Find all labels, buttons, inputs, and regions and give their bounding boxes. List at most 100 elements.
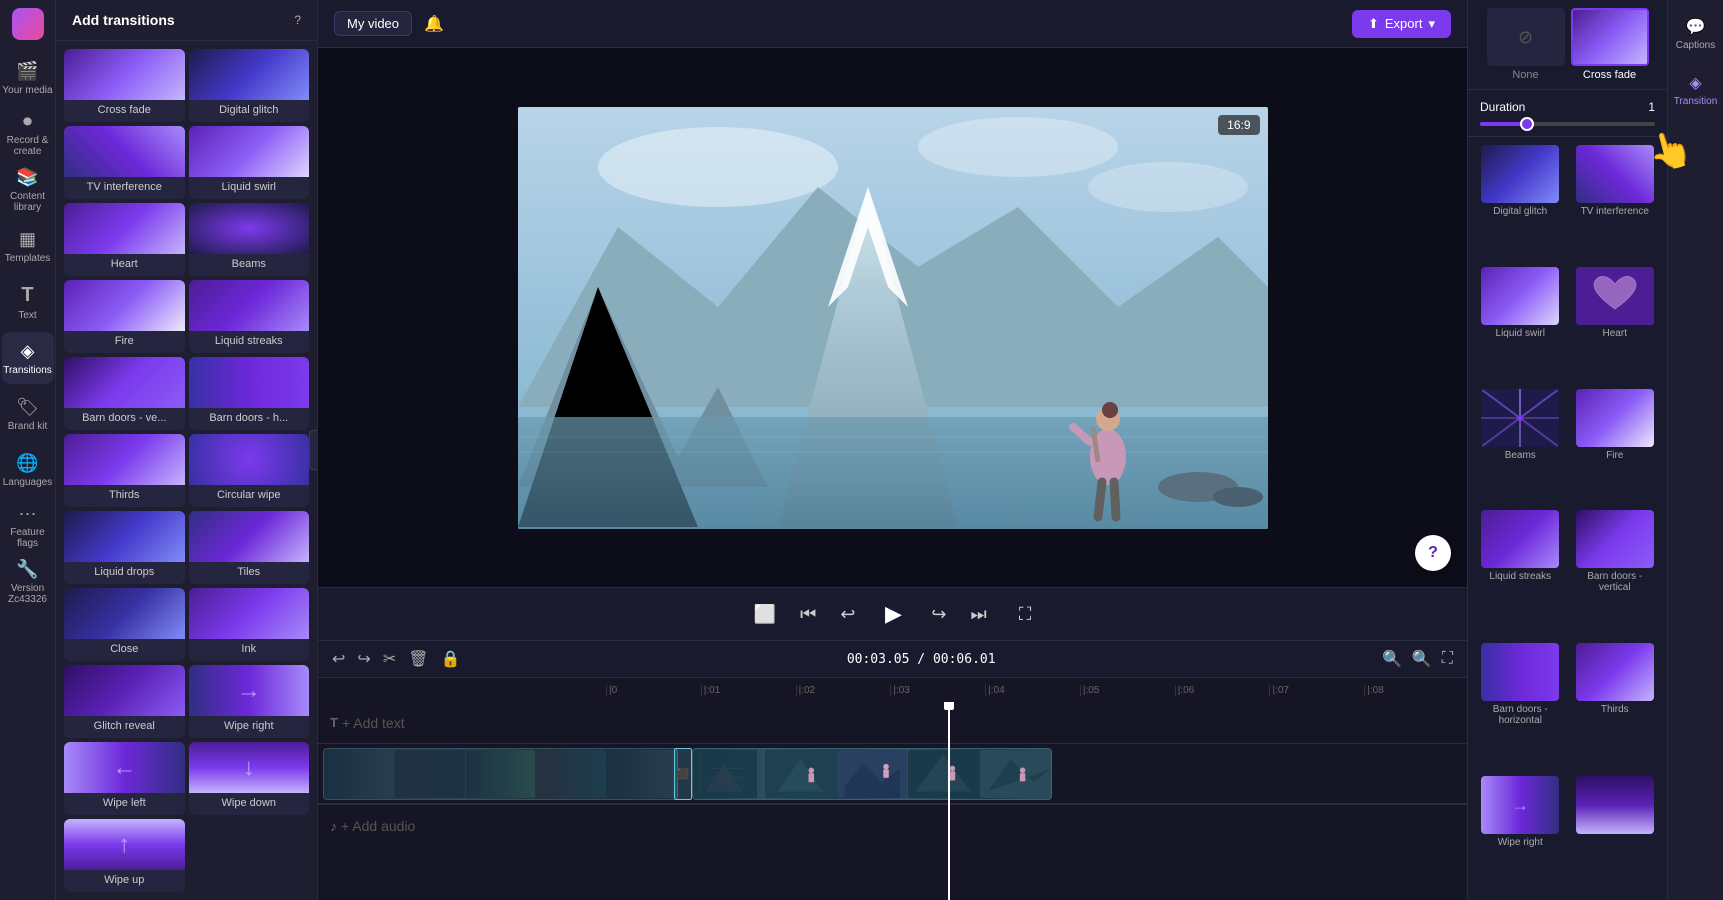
aspect-ratio-badge[interactable]: 16:9: [1218, 115, 1259, 135]
transition-circular-wipe[interactable]: Circular wipe: [189, 434, 310, 507]
transition-barn-doors-v[interactable]: Barn doors - ve...: [64, 357, 185, 430]
brand-kit-icon: 🏷: [16, 397, 39, 418]
transition-tv-interference[interactable]: TV interference: [64, 126, 185, 199]
fullscreen-button[interactable]: ⛶: [1015, 600, 1036, 629]
td-item-fire[interactable]: Fire: [1571, 389, 1660, 505]
duration-thumb[interactable]: [1520, 117, 1534, 131]
sidebar-item-version[interactable]: 🔧 VersionZc43326: [2, 556, 54, 608]
transition-heart[interactable]: Heart: [64, 203, 185, 276]
sidebar-item-your-media[interactable]: 🎬 Your media: [2, 52, 54, 104]
transition-cross-fade[interactable]: Cross fade: [64, 49, 185, 122]
ruler-mark: |:08: [1364, 685, 1459, 696]
transition-liquid-swirl[interactable]: Liquid swirl: [189, 126, 310, 199]
td-item-thirds[interactable]: Thirds: [1571, 643, 1660, 770]
duration-value: 1: [1648, 100, 1655, 114]
transition-fire[interactable]: Fire: [64, 280, 185, 353]
project-name-tab[interactable]: My video: [334, 11, 412, 36]
td-thumb-fire: [1576, 389, 1654, 447]
td-item-barn-doors-vertical[interactable]: Barn doors - vertical: [1571, 510, 1660, 637]
duration-slider[interactable]: [1480, 122, 1655, 126]
sidebar-item-templates[interactable]: ▦ Templates: [2, 220, 54, 272]
rewind-button[interactable]: ↩: [836, 600, 859, 629]
playhead-handle[interactable]: [944, 702, 954, 710]
text-icon: T: [21, 284, 33, 307]
panel-collapse-button[interactable]: ‹: [309, 430, 318, 470]
sidebar-item-feature-flags[interactable]: ··· Featureflags: [2, 500, 54, 552]
transition-digital-glitch[interactable]: Digital glitch: [189, 49, 310, 122]
play-button[interactable]: ▶: [875, 596, 911, 632]
video-controls: ⬜ ⏮ ↩ ▶ ↪ ⏭ ⛶: [318, 587, 1467, 640]
transition-wipe-right[interactable]: → Wipe right: [189, 665, 310, 738]
version-icon: 🔧: [16, 559, 38, 580]
sidebar-item-languages[interactable]: 🌐 Languages: [2, 444, 54, 496]
panel-title: Add transitions: [72, 12, 175, 28]
transition-wipe-up[interactable]: ↑ Wipe up: [64, 819, 185, 892]
fit-to-window-button[interactable]: ⛶: [1440, 648, 1455, 670]
add-text-row[interactable]: T + Add text: [318, 715, 1467, 731]
export-button[interactable]: ⬆ Export ▾: [1352, 10, 1451, 38]
zoom-out-button[interactable]: 🔍: [1380, 647, 1404, 671]
td-item-purple[interactable]: [1571, 776, 1660, 892]
app-logo[interactable]: [12, 8, 44, 40]
sidebar-item-content-library[interactable]: 📚 Contentlibrary: [2, 164, 54, 216]
transition-liquid-drops[interactable]: Liquid drops: [64, 511, 185, 584]
td-thumb-liquid-swirl: [1481, 267, 1559, 325]
heart-svg: [1576, 267, 1654, 325]
td-item-heart[interactable]: Heart: [1571, 267, 1660, 383]
far-right-item-transition[interactable]: ◈ Transition: [1670, 64, 1722, 116]
sidebar-item-text[interactable]: T Text: [2, 276, 54, 328]
sidebar-item-brand-kit[interactable]: 🏷 Brand kit: [2, 388, 54, 440]
timeline-section: ↩ ↪ ✂ 🗑 🔒 00:03.05 / 00:06.01 🔍 🔍 ⛶ |0 |…: [318, 640, 1467, 900]
transitions-grid: Cross fade Digital glitch TV interferenc…: [56, 41, 317, 900]
cut-button[interactable]: ✂: [381, 647, 398, 671]
transition-liquid-streaks[interactable]: Liquid streaks: [189, 280, 310, 353]
subtitles-button[interactable]: ⬜: [750, 600, 780, 629]
cross-fade-option[interactable]: Cross fade: [1571, 8, 1649, 81]
lock-button[interactable]: 🔒: [439, 647, 463, 671]
help-icon[interactable]: ?: [294, 13, 301, 27]
td-item-wipe-right[interactable]: → Wipe right: [1476, 776, 1565, 892]
td-item-digital-glitch[interactable]: Digital glitch: [1476, 145, 1565, 261]
none-thumbnail: ⊘: [1487, 8, 1565, 66]
duration-section: Duration 1: [1468, 90, 1667, 137]
td-item-beams[interactable]: Beams: [1476, 389, 1565, 505]
transition-wipe-down[interactable]: ↓ Wipe down: [189, 742, 310, 815]
zoom-in-button[interactable]: 🔍: [1410, 647, 1434, 671]
none-option[interactable]: ⊘ None: [1487, 8, 1565, 81]
transition-ink[interactable]: Ink: [189, 588, 310, 661]
playhead[interactable]: [948, 702, 950, 900]
redo-button[interactable]: ↪: [355, 647, 372, 671]
td-item-barn-doors-horizontal[interactable]: Barn doors - horizontal: [1476, 643, 1565, 770]
transition-glitch-reveal[interactable]: Glitch reveal: [64, 665, 185, 738]
transitions-panel: Add transitions ? Cross fade Digital gli…: [56, 0, 318, 900]
skip-forward-button[interactable]: ⏭: [967, 600, 991, 629]
td-item-liquid-streaks[interactable]: Liquid streaks: [1476, 510, 1565, 637]
delete-button[interactable]: 🗑: [406, 647, 430, 671]
top-bar: My video 🔔 ⬆ Export ▾: [318, 0, 1467, 48]
far-right-item-captions[interactable]: 💬 Captions: [1670, 8, 1722, 60]
video-clip-2[interactable]: [692, 748, 1052, 800]
sidebar-item-record-create[interactable]: ⏺ Record &create: [2, 108, 54, 160]
transition-wipe-left[interactable]: ← Wipe left: [64, 742, 185, 815]
transition-close[interactable]: Close: [64, 588, 185, 661]
notifications-icon[interactable]: 🔔: [424, 14, 444, 34]
skip-back-button[interactable]: ⏮: [796, 600, 820, 629]
video-clip[interactable]: [323, 748, 678, 800]
transition-thirds[interactable]: Thirds: [64, 434, 185, 507]
help-button[interactable]: ?: [1415, 535, 1451, 571]
transition-barn-doors-h[interactable]: Barn doors - h...: [189, 357, 310, 430]
td-item-liquid-swirl[interactable]: Liquid swirl: [1476, 267, 1565, 383]
ruler-mark: |:03: [890, 685, 985, 696]
transition-marker[interactable]: ⬛: [674, 748, 692, 800]
transition-beams[interactable]: Beams: [189, 203, 310, 276]
cross-fade-thumbnail: [1571, 8, 1649, 66]
ruler-mark: |:02: [796, 685, 891, 696]
transition-right-icon: ◈: [1689, 73, 1701, 93]
add-audio-label[interactable]: + Add audio: [341, 818, 415, 834]
transition-tiles[interactable]: Tiles: [189, 511, 310, 584]
undo-button[interactable]: ↩: [330, 647, 347, 671]
forward-button[interactable]: ↪: [927, 600, 950, 629]
audio-track: ♪ + Add audio: [318, 804, 1467, 846]
sidebar-item-transitions[interactable]: ◈ Transitions: [2, 332, 54, 384]
td-item-tv-interference[interactable]: TV interference: [1571, 145, 1660, 261]
